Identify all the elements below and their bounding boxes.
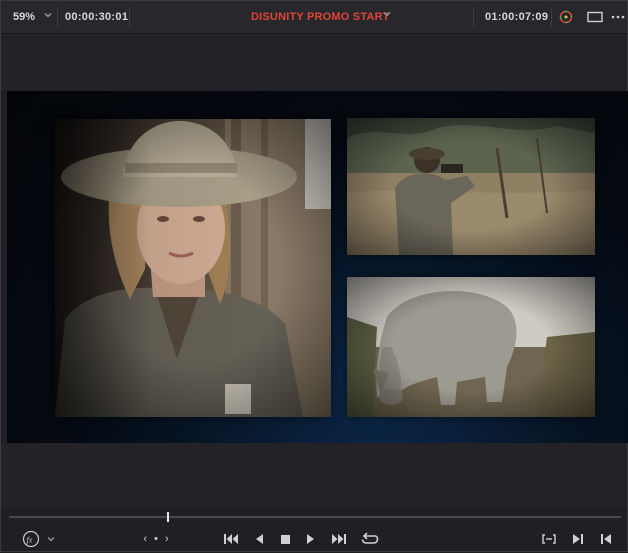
viewer-stage xyxy=(1,443,627,507)
video-canvas[interactable] xyxy=(7,91,628,443)
playhead[interactable] xyxy=(167,512,169,522)
vignette xyxy=(347,277,595,417)
zoom-level[interactable]: 59% xyxy=(13,11,35,23)
fx-icon[interactable]: fx xyxy=(21,529,41,549)
loop-icon[interactable] xyxy=(359,529,381,549)
divider xyxy=(129,7,130,27)
video-panel-rhino xyxy=(347,277,595,417)
play-reverse-icon[interactable] xyxy=(251,529,267,549)
svg-text:fx: fx xyxy=(27,536,33,545)
jump-to-start-icon[interactable] xyxy=(221,529,241,549)
divider xyxy=(473,7,474,27)
viewer-header: 59% 00:00:30:01 DISUNITY PROMO START 01:… xyxy=(1,1,627,34)
source-timecode[interactable]: 00:00:30:01 xyxy=(65,11,128,23)
viewer-mode-icon[interactable] xyxy=(586,10,604,24)
video-panel-ranger xyxy=(347,118,595,255)
more-options-icon[interactable] xyxy=(610,10,626,24)
vignette xyxy=(347,118,595,255)
chevron-down-icon[interactable] xyxy=(382,9,392,22)
divider xyxy=(551,7,552,27)
mark-out-icon[interactable] xyxy=(597,529,615,549)
chevron-down-icon[interactable] xyxy=(43,10,53,23)
video-panel-woman xyxy=(55,119,331,417)
match-frame-icon[interactable] xyxy=(539,529,559,549)
divider xyxy=(57,7,58,27)
stop-icon[interactable] xyxy=(277,529,293,549)
viewer-window: 59% 00:00:30:01 DISUNITY PROMO START 01:… xyxy=(0,0,628,552)
edit-point-navigator[interactable]: ‹ • › xyxy=(137,529,177,549)
chevron-down-icon[interactable] xyxy=(45,529,57,549)
vignette xyxy=(55,119,331,417)
project-title[interactable]: DISUNITY PROMO START xyxy=(251,11,390,23)
record-timecode[interactable]: 01:00:07:09 xyxy=(485,11,548,23)
jump-to-end-icon[interactable] xyxy=(329,529,349,549)
color-wheel-icon[interactable] xyxy=(558,9,574,25)
mark-in-icon[interactable] xyxy=(569,529,587,549)
viewer-stage xyxy=(1,34,627,90)
jog-scrubber-track[interactable] xyxy=(9,516,621,518)
transport-controls: fx ‹ • › xyxy=(1,525,627,553)
play-icon[interactable] xyxy=(303,529,319,549)
